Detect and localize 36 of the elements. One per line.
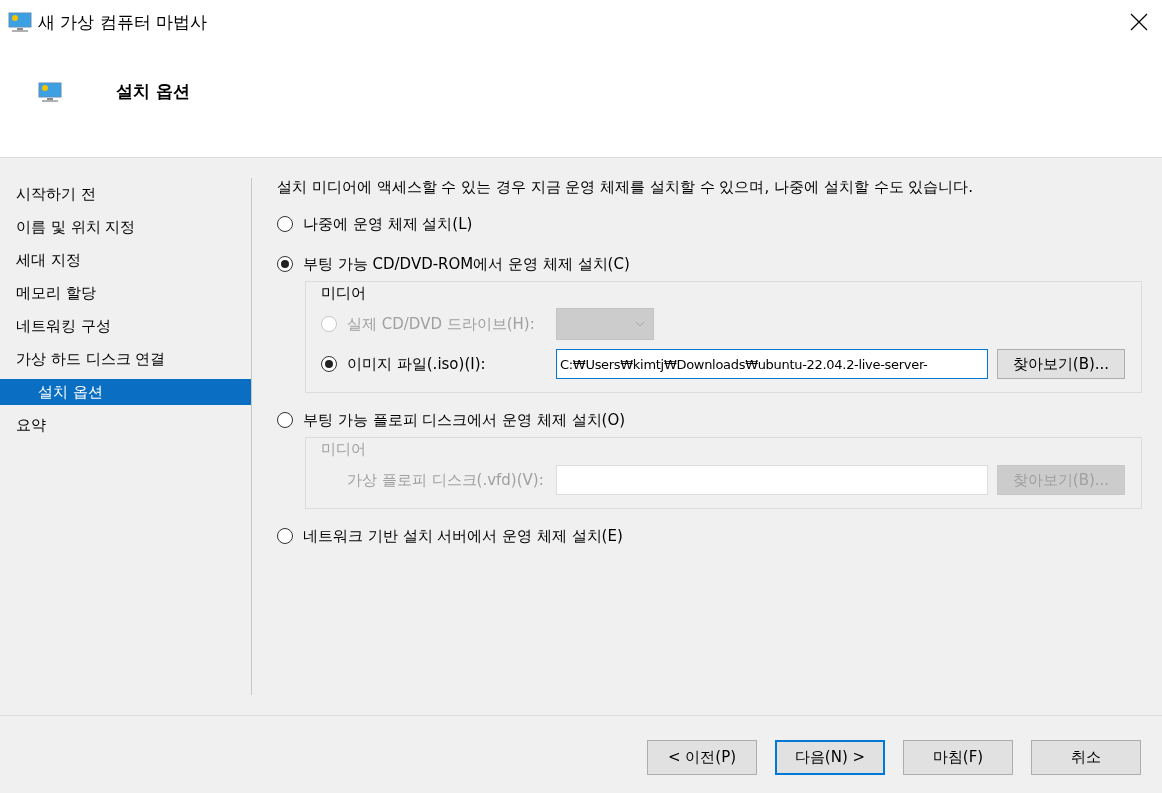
option-label: 나중에 운영 체제 설치(L) (303, 214, 473, 234)
field-label: 이미지 파일(.iso)(I): (347, 354, 486, 374)
sidebar-item[interactable]: 메모리 할당 (0, 277, 251, 310)
monitor-icon (38, 80, 62, 103)
sidebar-item[interactable]: 세대 지정 (0, 244, 251, 277)
sidebar-item[interactable]: 네트워킹 구성 (0, 310, 251, 343)
radio-button[interactable] (277, 412, 293, 428)
page-heading: 설치 옵션 (116, 80, 190, 103)
input-field[interactable] (556, 465, 988, 495)
browse-button[interactable]: 찾아보기(B)... (997, 349, 1125, 379)
wizard-button[interactable]: 마침(F) (903, 740, 1013, 775)
wizard-button[interactable]: 취소 (1031, 740, 1141, 775)
description-text: 설치 미디어에 액세스할 수 있는 경우 지금 운영 체제를 설치할 수 있으며, 나중에 설치할 수도 있습니다. (277, 178, 975, 197)
sidebar-item[interactable]: 시작하기 전 (0, 178, 251, 211)
radio-button[interactable] (277, 256, 293, 272)
chevron-down-icon (635, 321, 645, 327)
close-icon (1130, 13, 1148, 31)
sidebar-item[interactable]: 이름 및 위치 지정 (0, 211, 251, 244)
sidebar-item[interactable]: 가상 하드 디스크 연결 (0, 343, 251, 376)
group-legend: 미디어 (321, 438, 366, 460)
wizard-button[interactable]: 다음(N) > (775, 740, 885, 775)
window-title: 새 가상 컴퓨터 마법사 (38, 10, 209, 34)
radio-button[interactable] (277, 528, 293, 544)
sidebar-item[interactable]: 설치 옵션 (0, 379, 251, 405)
sidebar-item[interactable]: 요약 (0, 409, 251, 442)
radio-button[interactable] (321, 356, 337, 372)
monitor-icon (8, 11, 32, 33)
field-label: 실제 CD/DVD 드라이브(H): (347, 314, 535, 334)
field-label: 가상 플로피 디스크(.vfd)(V): (347, 470, 544, 490)
group-legend: 미디어 (321, 282, 366, 304)
radio-button[interactable] (277, 216, 293, 232)
option-label: 부팅 가능 CD/DVD-ROM에서 운영 체제 설치(C) (303, 254, 630, 274)
wizard-button[interactable]: < 이전(P) (647, 740, 757, 775)
option-label: 부팅 가능 플로피 디스크에서 운영 체제 설치(O) (303, 410, 626, 430)
option-label: 네트워크 기반 설치 서버에서 운영 체제 설치(E) (303, 526, 623, 546)
input-field[interactable]: C:₩Users₩kimtj₩Downloads₩ubuntu-22.04.2-live-server- (556, 349, 988, 379)
